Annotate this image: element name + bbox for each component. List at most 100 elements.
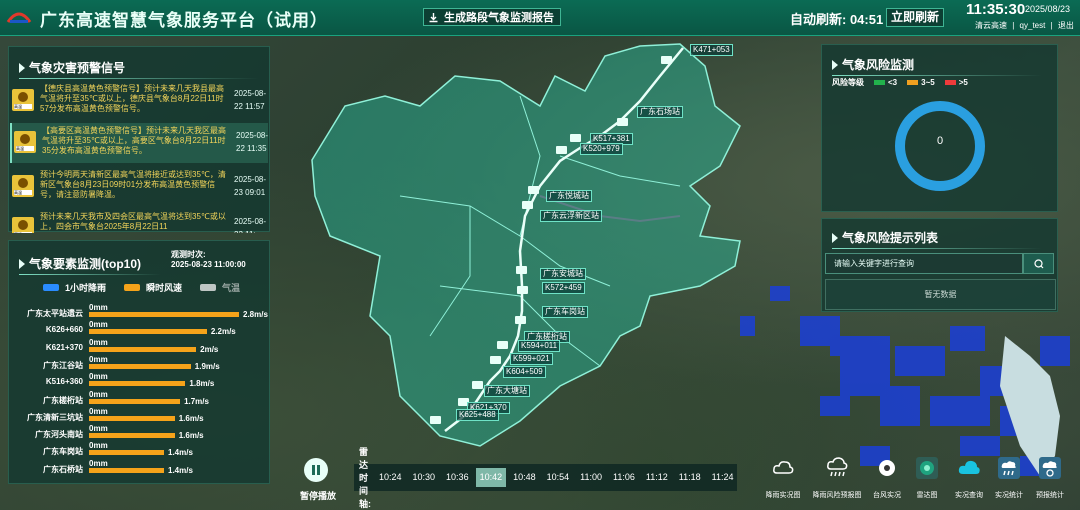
map-label[interactable]: K625+488	[456, 409, 499, 421]
bar-row[interactable]: 广东车岗站 0mm 1.4m/s	[9, 441, 271, 458]
warning-item[interactable]: 高温 【德庆县高温黄色预警信号】预计未来几天我县最高气温将升至35℃或以上，德庆…	[10, 81, 268, 121]
map-label[interactable]: K572+459	[542, 282, 585, 294]
radar-time-1048[interactable]: 10:48	[509, 468, 540, 487]
bar-row[interactable]: 广东清新三坑站 0mm 1.6m/s	[9, 407, 271, 424]
map-label[interactable]: K471+053	[690, 44, 733, 56]
station-icon[interactable]	[516, 266, 527, 274]
typhoon-tool[interactable]: 台风实况	[868, 456, 906, 500]
radar-timeline: 雷达时间轴: 10:24 10:30 10:36 10:42 10:48 10:54 11:…	[354, 447, 738, 509]
map-label[interactable]: 广东大塘站	[484, 385, 530, 397]
rain-value: 0mm	[89, 458, 108, 468]
map-label[interactable]: K599+021	[510, 353, 553, 365]
station-icon[interactable]	[661, 56, 672, 64]
station-icon[interactable]	[517, 286, 528, 294]
logout-link[interactable]: 退出	[1058, 21, 1074, 30]
bar-row[interactable]: 广东槎桁站 0mm 1.7m/s	[9, 390, 271, 407]
logo-icon	[6, 12, 32, 23]
user-info: 清云高速 | qy_test | 退出	[975, 20, 1077, 31]
legend-wind[interactable]: 瞬时风速	[124, 281, 182, 294]
radar-time-1106[interactable]: 11:06	[609, 468, 639, 487]
station-icon[interactable]	[617, 118, 628, 126]
bar-row[interactable]: 广东河头南站 0mm 1.6m/s	[9, 424, 271, 441]
bar-row[interactable]: 广东江谷站 0mm 1.9m/s	[9, 355, 271, 372]
cloud-rain-icon	[827, 457, 848, 477]
risk-count: 0	[936, 135, 944, 147]
risk-list-panel: 气象风险提示列表 暂无数据	[821, 218, 1058, 312]
radar-time-1118[interactable]: 11:18	[675, 468, 705, 487]
pause-label: 暂停播放	[300, 491, 337, 501]
radar-time-1054[interactable]: 10:54	[543, 468, 574, 487]
radar-time-1030[interactable]: 10:30	[409, 468, 440, 487]
tool-label: 台风实况	[873, 492, 901, 499]
radar-time-1124[interactable]: 11:24	[708, 468, 738, 487]
radar-time-1024[interactable]: 10:24	[375, 468, 406, 487]
bar-row[interactable]: K626+660 0mm 2.2m/s	[9, 320, 271, 337]
bar-row[interactable]: K516+360 0mm 1.8m/s	[9, 372, 271, 389]
generate-report-label: 生成路段气象监测报告	[444, 12, 554, 24]
station-icon[interactable]	[515, 316, 526, 324]
station-icon[interactable]	[528, 186, 539, 194]
station-name: 广东江谷站	[43, 360, 83, 370]
map-label[interactable]: K604+509	[503, 366, 546, 378]
rain-risk-forecast-tool[interactable]: 降雨风险预报图	[812, 456, 862, 500]
map-label[interactable]: K520+979	[580, 143, 623, 155]
map-label[interactable]: 广东安城站	[540, 268, 586, 280]
wind-bar	[89, 467, 164, 473]
station-name: K621+370	[45, 342, 83, 352]
warning-time: 2025-08-22 11:	[234, 217, 267, 233]
warning-item[interactable]: 高温 预计今明两天清新区最高气温将接近或达到35℃，清新区气象台8月23日09时…	[10, 167, 268, 207]
radar-icon	[916, 457, 938, 479]
radar-time-1100[interactable]: 11:00	[576, 468, 606, 487]
station-icon[interactable]	[556, 146, 567, 154]
station-icon[interactable]	[497, 341, 508, 349]
divider	[19, 274, 161, 275]
app-title: 广东高速智慧气象服务平台（试用）	[40, 11, 328, 30]
station-name: 广东河头南站	[35, 430, 83, 440]
refresh-now-button[interactable]: 立即刷新	[886, 8, 945, 27]
actual-stats-tool[interactable]: 实况统计	[992, 456, 1026, 500]
pause-button[interactable]	[304, 458, 328, 482]
warning-time: 2025-08-22 11:35	[236, 131, 269, 153]
map-label[interactable]: 广东悦城站	[546, 190, 592, 202]
bar-row[interactable]: 广东太平站遗云 0mm 2.8m/s	[9, 303, 271, 320]
tool-label: 雷达图	[916, 492, 938, 499]
rain-value: 0mm	[89, 303, 108, 312]
wind-bar	[89, 346, 197, 352]
no-data-message: 暂无数据	[825, 279, 1056, 310]
wind-bar	[89, 329, 207, 335]
warning-text: 【德庆县高温黄色预警信号】预计未来几天我县最高气温将升至35℃或以上，德庆县气象…	[40, 84, 224, 113]
map-label[interactable]: 广东云浮新区站	[540, 210, 602, 222]
legend-rain[interactable]: 1小时降雨	[43, 281, 106, 294]
rain-value: 0mm	[89, 389, 108, 399]
bar-row[interactable]: 广东石桥站 0mm 1.4m/s	[9, 459, 271, 476]
map-label[interactable]: 广东车岗站	[542, 306, 588, 318]
generate-report-button[interactable]: 生成路段气象监测报告	[423, 8, 561, 26]
station-icon[interactable]	[472, 381, 483, 389]
risk-list-title: 气象风险提示列表	[832, 229, 938, 246]
station-icon[interactable]	[522, 201, 533, 209]
bar-row[interactable]: K621+370 0mm 2m/s	[9, 338, 271, 355]
station-icon[interactable]	[570, 134, 581, 142]
station-icon[interactable]	[430, 416, 441, 424]
radar-time-1112[interactable]: 11:12	[642, 468, 672, 487]
forecast-stats-tool[interactable]: 预报统计	[1032, 456, 1068, 500]
legend-swatch	[43, 284, 59, 291]
station-icon[interactable]	[490, 356, 501, 364]
radar-tool[interactable]: 雷达图	[910, 456, 944, 500]
search-input[interactable]	[825, 253, 1023, 274]
legend-temp[interactable]: 气温	[200, 281, 240, 294]
map-label[interactable]: K594+011	[518, 340, 561, 352]
radar-time-1042[interactable]: 10:42	[475, 468, 507, 487]
warning-panel: 气象灾害预警信号 高温 【德庆县高温黄色预警信号】预计未来几天我县最高气温将升至…	[8, 46, 270, 233]
warning-item[interactable]: 高温 预计未来几天我市及四会区最高气温将达到35℃或以上，四会市气象台2025年…	[10, 209, 268, 233]
search-button[interactable]	[1023, 253, 1054, 274]
map-label[interactable]: 广东石场站	[637, 106, 683, 118]
station-name: 广东太平站遗云	[27, 309, 83, 318]
wind-value: 1.6m/s	[178, 413, 204, 423]
rain-actual-tool[interactable]: 降雨实况图	[764, 456, 802, 500]
station-name: K516+360	[45, 377, 83, 387]
risk-level-high: >5	[944, 78, 968, 87]
actual-query-tool[interactable]: 实况查询	[950, 456, 988, 500]
radar-time-1036[interactable]: 10:36	[442, 468, 473, 487]
warning-item[interactable]: 高温 【高要区高温黄色预警信号】预计未来几天我区最高气温将升至35℃或以上，高要…	[10, 123, 268, 163]
